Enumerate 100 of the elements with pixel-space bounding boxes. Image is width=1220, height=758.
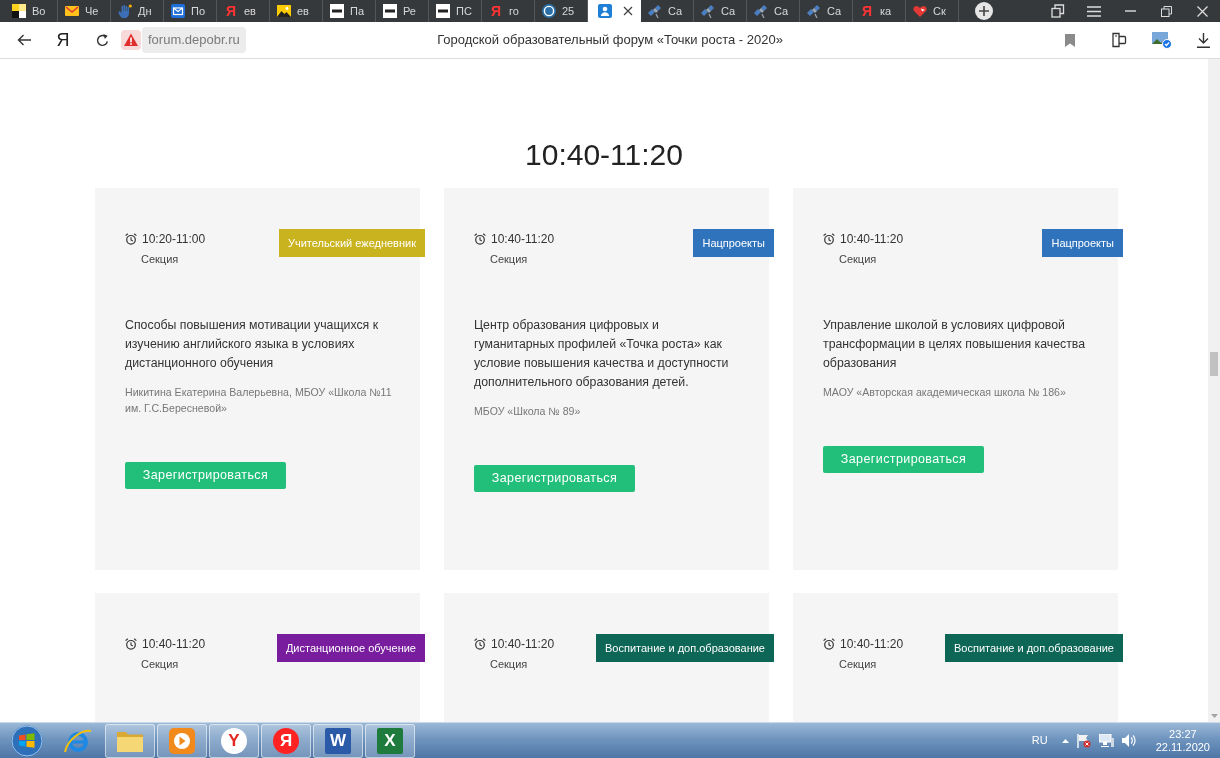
session-author: МБОУ «Школа № 89» [474, 404, 582, 419]
warning-icon[interactable] [121, 30, 141, 50]
browser-tab[interactable]: ев [270, 0, 323, 22]
session-type: Секция [839, 657, 877, 671]
address-field[interactable]: forum.depobr.ru [142, 27, 246, 53]
session-time: 10:40-11:20 [142, 637, 206, 651]
tile-icon [383, 4, 397, 18]
section-heading: 10:40-11:20 [524, 137, 684, 173]
logo-letter: Я [489, 4, 503, 18]
session-type: Секция [141, 252, 179, 266]
picture-icon [277, 4, 291, 18]
picture-check-icon[interactable] [1152, 31, 1172, 49]
category-tag: Воспитание и доп.образование [945, 634, 1123, 662]
flag-icon[interactable] [1076, 733, 1091, 748]
profile-icon [598, 4, 612, 18]
restore-icon[interactable] [1160, 5, 1172, 17]
tabs-icon[interactable] [1051, 4, 1065, 18]
session-type: Секция [490, 657, 528, 671]
alarm-clock-icon [823, 638, 835, 650]
session-time: 10:40-11:20 [491, 637, 555, 651]
browser-tab[interactable]: Я ев [217, 0, 270, 22]
logo-letter: X [377, 727, 403, 754]
session-author: МАОУ «Авторская академическая школа № 186» [823, 385, 1067, 400]
browser-tab[interactable]: Че [58, 0, 111, 22]
session-title: Способы повышения мотивации учащихся к изучению английского языка в условиях дистанционного обучения [125, 317, 380, 372]
browser-tab[interactable]: Я ка [853, 0, 906, 22]
tile-icon [330, 4, 344, 18]
new-tab-button[interactable] [975, 2, 993, 20]
session-title: Центр образования цифровых и гуманитарных профилей «Точка роста» как условие повышения качества и доступности дополнительного образования детей. [474, 317, 730, 391]
logo-letter: Я [273, 727, 299, 754]
session-time: 10:20-11:00 [142, 232, 206, 246]
browser-tab[interactable]: Я го [482, 0, 535, 22]
browser-tab[interactable]: По [164, 0, 217, 22]
page-title: Городской образовательный форум «Точки роста - 2020» [437, 31, 783, 50]
download-icon[interactable] [1197, 32, 1210, 48]
browser-tab[interactable]: Дн [111, 0, 164, 22]
browser-tab[interactable]: Ре [376, 0, 429, 22]
satellite-icon [648, 4, 662, 18]
browser-tab[interactable]: Ск [906, 0, 959, 22]
session-author: Никитина Екатерина Валерьевна, МБОУ «Школа №11 им. Г.С.Бересневой» [125, 385, 392, 416]
browser-tab[interactable]: Са [694, 0, 747, 22]
logo-letter: Я [860, 4, 874, 18]
session-time: 10:40-11:20 [491, 232, 555, 246]
back-icon[interactable] [17, 34, 31, 46]
sidebar-icon[interactable] [1111, 32, 1127, 48]
scrollbar-thumb[interactable] [1210, 352, 1218, 376]
category-tag: Дистанционное обучение [276, 634, 425, 662]
taskbar-button[interactable]: Y [209, 723, 259, 758]
session-title: Управление школой в условиях цифровой трансформации в целях повышения качества образования [823, 317, 1086, 372]
session-time: 10:40-11:20 [840, 637, 904, 651]
alarm-clock-icon [125, 638, 137, 650]
start-icon[interactable] [11, 724, 43, 757]
session-type: Секция [839, 252, 877, 266]
category-tag: Нацпроекты [1042, 229, 1123, 257]
browser-tab[interactable]: Па [323, 0, 376, 22]
clock-date[interactable]: 22.11.2020 [1155, 740, 1210, 754]
browser-tab[interactable] [588, 0, 641, 22]
browser-tab[interactable]: Са [747, 0, 800, 22]
satellite-icon [754, 4, 768, 18]
speaker-icon[interactable] [1121, 734, 1136, 747]
plus-icon [979, 6, 989, 16]
taskbar-button[interactable]: Я [261, 723, 311, 758]
close-icon[interactable] [623, 6, 633, 16]
browser-tab[interactable]: Во [5, 0, 58, 22]
logo-button[interactable]: Я [53, 30, 73, 50]
minimize-icon[interactable] [1124, 10, 1136, 12]
reload-icon[interactable] [96, 33, 109, 47]
circle-logo-icon [542, 4, 556, 18]
satellite-icon [807, 4, 821, 18]
logo-letter: W [325, 727, 351, 754]
bookmark-icon[interactable] [1065, 33, 1075, 47]
session-type: Секция [141, 657, 179, 671]
taskbar-button[interactable]: X [365, 723, 415, 758]
heart-icon [913, 4, 927, 18]
taskbar-button[interactable] [105, 723, 155, 758]
alarm-clock-icon [125, 233, 137, 245]
menu-icon[interactable] [1087, 5, 1101, 17]
logo-letter: Я [224, 4, 238, 18]
browser-tab[interactable]: ПС [429, 0, 482, 22]
play-icon [168, 726, 196, 755]
alarm-clock-icon [474, 638, 486, 650]
hand-icon [118, 4, 132, 18]
tile-icon [436, 4, 450, 18]
envelope-icon [65, 4, 79, 18]
category-tag: Воспитание и доп.образование [596, 634, 774, 662]
session-time: 10:40-11:20 [840, 232, 904, 246]
browser-tab[interactable]: Са [641, 0, 694, 22]
network-icon[interactable] [1098, 734, 1114, 747]
logo-letter: Y [221, 727, 247, 754]
envelope-icon [171, 4, 185, 18]
category-tag: Нацпроекты [693, 229, 774, 257]
satellite-icon [701, 4, 715, 18]
session-type: Секция [490, 252, 528, 266]
alarm-clock-icon [823, 233, 835, 245]
blocks-icon [12, 4, 26, 18]
taskbar-button[interactable]: W [313, 723, 363, 758]
browser-tab[interactable]: Са [800, 0, 853, 22]
chevron-up-icon[interactable] [1061, 738, 1069, 743]
taskbar-button[interactable] [157, 723, 207, 758]
alarm-clock-icon [474, 233, 486, 245]
